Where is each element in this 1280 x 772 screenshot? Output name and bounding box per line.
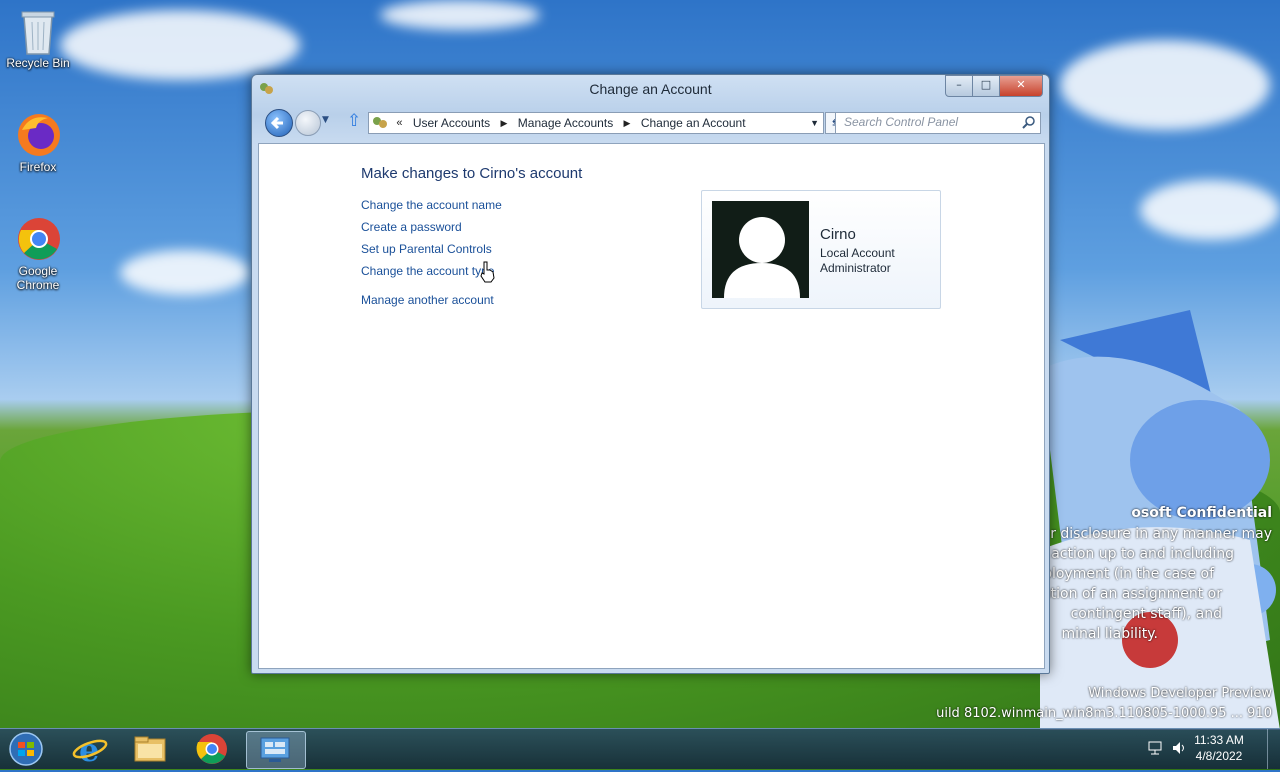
internet-explorer-icon: e [72,731,108,769]
watermark-line: r disclosure in any manner may [1050,526,1272,542]
breadcrumb-change-account[interactable]: Change an Account [637,113,750,133]
page-title: Make changes to Cirno's account [361,165,583,182]
manage-another-account-link[interactable]: Manage another account [361,293,494,307]
change-account-name-link[interactable]: Change the account name [361,198,502,212]
watermark-line: contingent staff), and [1070,606,1222,622]
maximize-button[interactable]: □ [972,75,1000,97]
desktop-icon-recycle-bin[interactable]: Recycle Bin [0,8,76,70]
breadcrumb-user-accounts[interactable]: User Accounts [409,113,494,133]
taskbar-file-explorer[interactable] [122,731,178,767]
search-input[interactable]: Search Control Panel [835,112,1041,134]
forward-button[interactable] [295,110,321,136]
desktop-icon-chrome[interactable]: Google Chrome [0,216,76,292]
desktop-icon-firefox[interactable]: Firefox [0,112,76,174]
breadcrumb-manage-accounts[interactable]: Manage Accounts [514,113,617,133]
cloud [120,250,250,295]
watermark-line: minal liability. [1061,626,1158,642]
desktop-icon-label: Recycle Bin [6,56,70,70]
back-button[interactable] [265,109,293,137]
file-explorer-icon [134,736,166,762]
user-silhouette-icon [724,217,800,298]
watermark-line: Windows Developer Preview [1088,686,1272,701]
back-arrow-icon [270,116,283,130]
clock[interactable]: 11:33 AM 4/8/2022 [1184,732,1254,764]
desktop-icon-label: Firefox [19,160,57,174]
account-type: Local Account [820,246,895,260]
parental-controls-link[interactable]: Set up Parental Controls [361,242,492,256]
user-avatar [712,201,809,298]
start-orb-icon [9,732,43,766]
clock-date: 4/8/2022 [1195,749,1243,763]
desktop-icon-label: Google Chrome [16,264,60,292]
account-role: Administrator [820,261,891,275]
breadcrumb-overflow[interactable]: « [393,113,405,133]
create-password-link[interactable]: Create a password [361,220,462,234]
cloud [1060,40,1270,130]
chrome-icon [196,734,227,764]
taskbar-control-panel[interactable] [246,731,306,769]
taskbar-internet-explorer[interactable]: e [62,731,118,769]
watermark-line: ployment (in the case of [1043,566,1214,582]
account-card: Cirno Local Account Administrator [701,190,941,309]
window-title: Change an Account [589,81,712,97]
watermark-line: osoft Confidential [1131,505,1272,521]
up-arrow-icon[interactable]: ⇧ [347,111,361,131]
chrome-icon [16,216,60,260]
navigation-bar: ▼ ⇧ « User Accounts ▶ Manage Accounts ▶ … [252,109,1049,137]
search-placeholder: Search Control Panel [844,115,959,129]
network-icon[interactable] [1147,740,1163,756]
breadcrumb-separator-icon[interactable]: ▶ [498,113,511,133]
account-name: Cirno [820,226,856,243]
taskbar-chrome[interactable] [184,731,240,767]
recycle-bin-icon [16,8,60,55]
cloud [60,10,300,80]
address-dropdown-icon[interactable]: ▼ [810,113,819,133]
content-pane: Make changes to Cirno's account Change t… [258,143,1045,669]
svg-text:e: e [79,731,99,767]
clock-time: 11:33 AM [1194,733,1244,747]
watermark-line: y action up to and including [1038,546,1234,562]
cloud [1140,180,1280,240]
cloud [380,0,540,30]
title-bar[interactable]: Change an Account – □ ✕ [252,75,1049,105]
hand-cursor-icon [480,261,495,283]
control-panel-icon [260,737,290,762]
firefox-icon [16,112,60,156]
minimize-button[interactable]: – [945,75,973,97]
watermark-line: uild 8102.winmain_win8m3.110805-1000.95 … [936,706,1272,721]
change-account-type-link[interactable]: Change the account type [361,264,494,278]
start-button[interactable] [0,731,56,767]
change-account-window: Change an Account – □ ✕ ▼ ⇧ « User Accou… [251,74,1050,674]
search-icon[interactable] [1022,116,1036,130]
breadcrumb-separator-icon[interactable]: ▶ [621,113,634,133]
recent-pages-chevron-icon[interactable]: ▼ [322,115,329,125]
address-bar[interactable]: « User Accounts ▶ Manage Accounts ▶ Chan… [368,112,824,134]
taskbar: e 11:33 AM 4/8/2022 [0,728,1280,769]
watermark-line: ation of an assignment or [1042,586,1222,602]
show-desktop-button[interactable] [1267,729,1280,769]
control-panel-icon [373,117,387,128]
close-button[interactable]: ✕ [999,75,1043,97]
